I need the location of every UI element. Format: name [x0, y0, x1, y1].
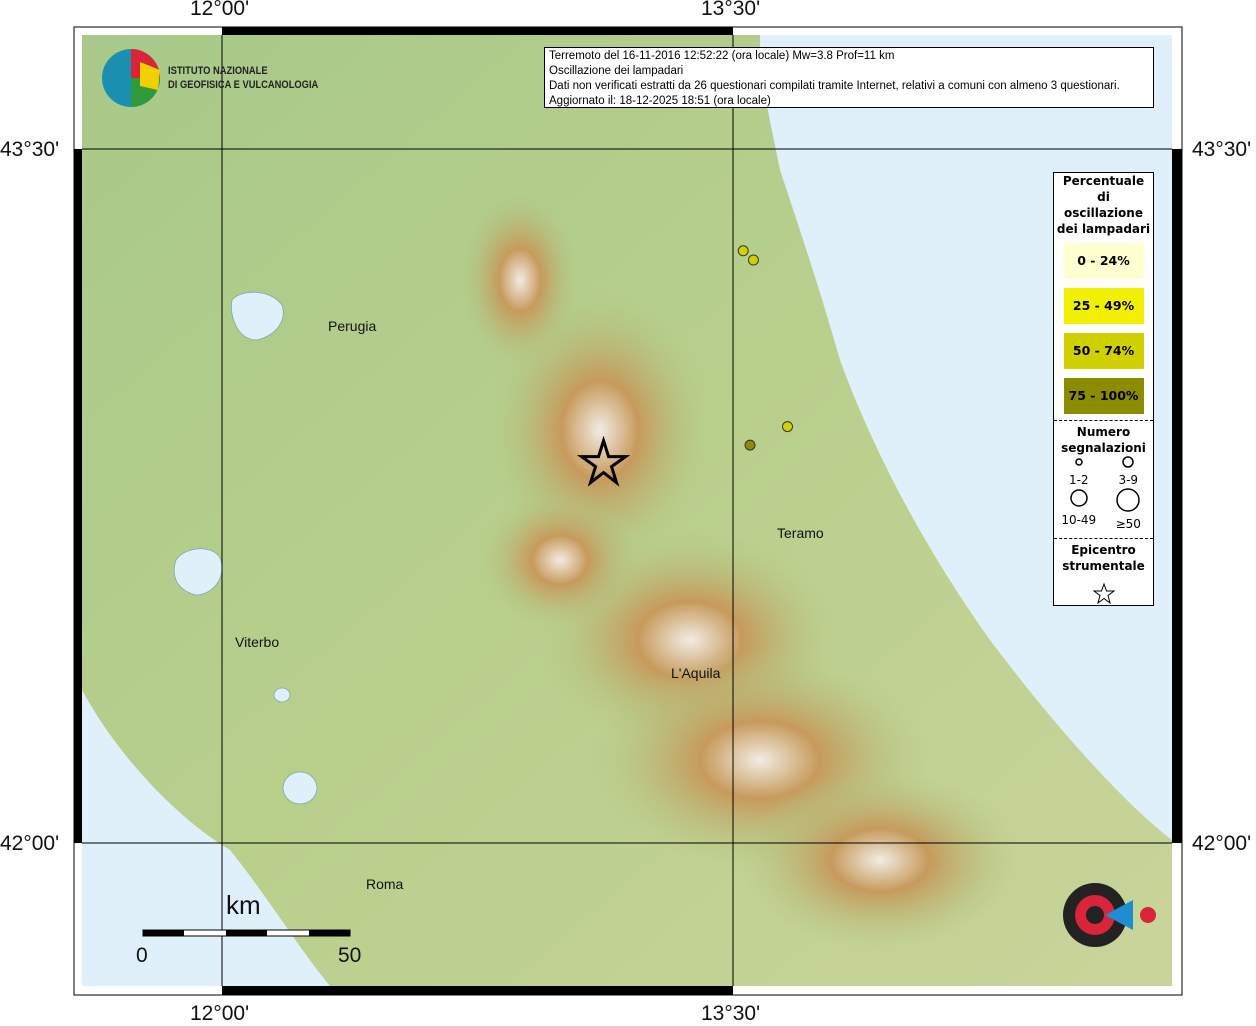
updated-line: Aggiornato il: 18-12-2025 18:51 (ora loc… [549, 95, 771, 107]
city-roma: Roma [366, 876, 404, 892]
scale-min: 0 [136, 944, 148, 967]
scale-unit: km [226, 890, 261, 920]
circle-large-icon [1070, 489, 1088, 507]
count-label-0: 1-2 [1068, 473, 1089, 487]
legend-class-0: 0 - 24% [1063, 243, 1144, 279]
legend-star-icon [1092, 582, 1115, 605]
legend: Percentuale di oscillazione dei lampadar… [1053, 172, 1154, 606]
lat-tick-left-1: 43°30' [0, 138, 60, 161]
title-line: Terremoto del 16-11-2016 12:52:22 (ora l… [549, 50, 895, 62]
count-title: Numero segnalazioni [1061, 425, 1146, 455]
ingv-logo-icon [102, 49, 160, 107]
ingv-logo-text: ISTITUTO NAZIONALE DI GEOFISICA E VULCAN… [168, 64, 318, 92]
count-label-1: 3-9 [1118, 473, 1139, 487]
legend-class-2: 50 - 74% [1063, 333, 1144, 369]
legend-class-1: 25 - 49% [1063, 288, 1144, 324]
observation-point[interactable] [744, 439, 756, 451]
info-line: Dati non verificati estratti da 26 quest… [549, 80, 1120, 92]
city-laquila: L'Aquila [671, 665, 721, 681]
observation-point[interactable] [737, 245, 749, 257]
lat-tick-left-2: 42°00' [0, 832, 60, 855]
observation-point[interactable] [782, 421, 794, 433]
lon-tick-bottom-2: 13°30' [701, 1002, 761, 1025]
city-viterbo: Viterbo [235, 634, 280, 650]
count-label-3: ≥50 [1115, 517, 1141, 531]
legend-title: Percentuale di oscillazione dei lampadar… [1056, 174, 1151, 236]
lon-tick-top-1: 12°00' [190, 0, 250, 20]
legend-class-3: 75 - 100% [1063, 378, 1144, 414]
lat-tick-right-1: 43°30' [1192, 138, 1252, 161]
city-perugia: Perugia [328, 318, 377, 334]
ingv-line1: ISTITUTO NAZIONALE [168, 65, 268, 77]
subtitle-line: Oscillazione dei lampadari [549, 65, 684, 77]
scale-max: 50 [338, 944, 362, 967]
scale-bar [142, 929, 351, 937]
circle-small-icon [1075, 458, 1083, 466]
title-box: Terremoto del 16-11-2016 12:52:22 (ora l… [544, 47, 1154, 108]
observation-point[interactable] [747, 254, 759, 266]
lon-tick-top-2: 13°30' [701, 0, 761, 20]
count-legend: 1-2 3-9 10-49 ≥50 [1054, 456, 1153, 532]
city-teramo: Teramo [777, 525, 824, 541]
epicenter-title: Epicentro strumentale [1062, 543, 1145, 573]
ingv-line2: DI GEOFISICA E VULCANOLOGIA [168, 79, 319, 91]
count-label-2: 10-49 [1061, 513, 1097, 527]
lat-tick-right-2: 42°00' [1192, 832, 1252, 855]
circle-xlarge-icon [1116, 488, 1140, 512]
lon-tick-bottom-1: 12°00' [190, 1002, 250, 1025]
circle-medium-icon [1122, 456, 1134, 468]
